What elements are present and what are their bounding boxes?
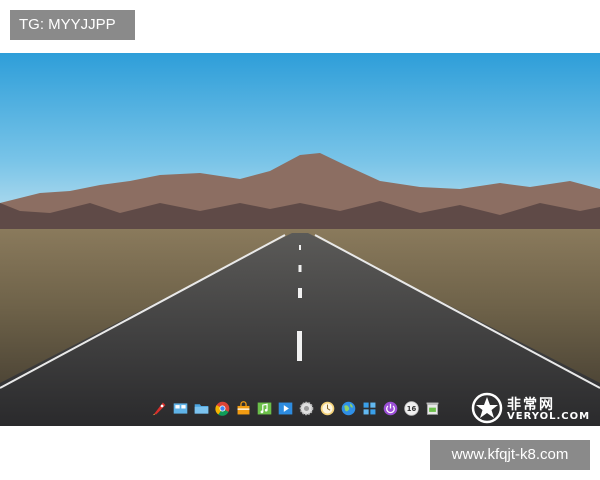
dock-item-puzzle[interactable] <box>360 399 379 418</box>
trash-icon <box>426 402 439 415</box>
puzzle-app-icon <box>363 402 376 414</box>
dock-item-music[interactable] <box>255 399 274 418</box>
dock-item-trash[interactable] <box>423 399 442 418</box>
rocket-launcher-icon <box>152 402 166 415</box>
dock-item-video[interactable] <box>276 399 295 418</box>
settings-gear-icon <box>299 401 314 415</box>
dock-item-calendar[interactable]: 16 <box>402 399 421 418</box>
watermark-top-left: TG: MYYJJPP <box>10 10 135 40</box>
site-logo-watermark: 非常网 VERYOL.COM <box>471 392 596 424</box>
music-player-icon <box>257 402 272 414</box>
dock-item-globe[interactable] <box>339 399 358 418</box>
multitask-view-icon <box>173 402 188 414</box>
dock-item-store[interactable] <box>234 399 253 418</box>
file-manager-icon <box>194 403 209 414</box>
chrome-browser-icon <box>215 401 230 416</box>
dock-item-power[interactable] <box>381 399 400 418</box>
app-store-icon <box>237 400 250 414</box>
dock-item-settings[interactable] <box>297 399 316 418</box>
wallpaper <box>0 53 600 426</box>
star-logo-icon <box>471 392 503 424</box>
dock-item-clock[interactable] <box>318 399 337 418</box>
desktop: 16 非常网 VERYOL.COM <box>0 53 600 426</box>
power-button-icon <box>383 401 398 415</box>
calendar-icon: 16 <box>404 400 419 416</box>
dock-item-launcher[interactable] <box>150 399 169 418</box>
video-player-icon <box>278 402 293 414</box>
watermark-bottom-right: www.kfqjt-k8.com <box>430 440 590 470</box>
clock-icon <box>320 401 335 415</box>
dock[interactable]: 16 <box>150 396 442 420</box>
calendar-date: 16 <box>407 405 417 413</box>
dock-item-files[interactable] <box>192 399 211 418</box>
globe-browser-icon <box>341 401 356 415</box>
dock-item-chrome[interactable] <box>213 399 232 418</box>
logo-text-en: VERYOL.COM <box>507 411 591 422</box>
dock-item-multitask[interactable] <box>171 399 190 418</box>
